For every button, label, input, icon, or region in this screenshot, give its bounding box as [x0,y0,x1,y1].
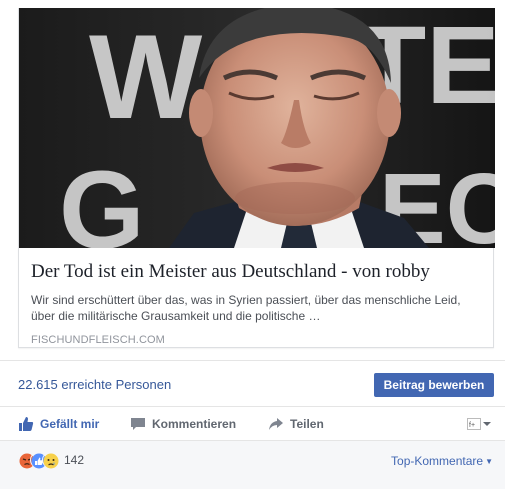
like-label: Gefällt mir [40,417,100,431]
comment-icon [130,416,146,432]
thumbs-up-icon [18,416,34,432]
link-preview-card[interactable]: W TE G EC Der Tod ist ein Meister aus De… [18,8,495,348]
page-avatar-icon: f+ [467,417,481,435]
reactions-summary[interactable]: 142 [18,452,85,469]
boost-post-button[interactable]: Beitrag bewerben [374,373,494,397]
comment-label: Kommentieren [152,417,237,431]
page-audience-selector[interactable]: f+ [467,417,493,435]
sad-icon [42,452,59,469]
link-domain: FISCHUNDFLEISCH.COM [31,334,165,346]
reactions-summary-row: 142 Top-Kommentare ▼ [0,440,505,489]
post-action-bar: Gefällt mir Kommentieren Teilen f+ [0,406,505,440]
comment-sort-label: Top-Kommentare [391,454,484,468]
link-description-line: über die militärische Grausamkeit und di… [31,309,321,323]
link-preview-image[interactable]: W TE G EC [19,8,495,248]
link-description: Wir sind erschüttert über das, was in Sy… [31,292,481,324]
share-arrow-icon [268,416,284,432]
link-title[interactable]: Der Tod ist ein Meister aus Deutschland … [31,260,481,284]
reach-count-link[interactable]: 22.615 erreichte Personen [18,377,171,392]
photo-man-eyes-closed: W TE G EC [19,8,495,248]
svg-text:G: G [59,149,145,248]
comment-button[interactable]: Kommentieren [130,416,236,432]
like-button[interactable]: Gefällt mir [18,416,99,432]
comment-sort-dropdown[interactable]: Top-Kommentare ▼ [391,454,493,468]
post-insights-row: 22.615 erreichte Personen Beitrag bewerb… [0,360,505,406]
share-label: Teilen [290,417,324,431]
chevron-down-icon [481,417,493,435]
svg-text:W: W [89,10,203,144]
share-button[interactable]: Teilen [268,416,324,432]
svg-text:f+: f+ [469,422,475,429]
caret-down-icon: ▼ [485,457,493,466]
reaction-count: 142 [64,453,85,467]
link-description-line: Wir sind erschüttert über das, was in Sy… [31,293,461,307]
